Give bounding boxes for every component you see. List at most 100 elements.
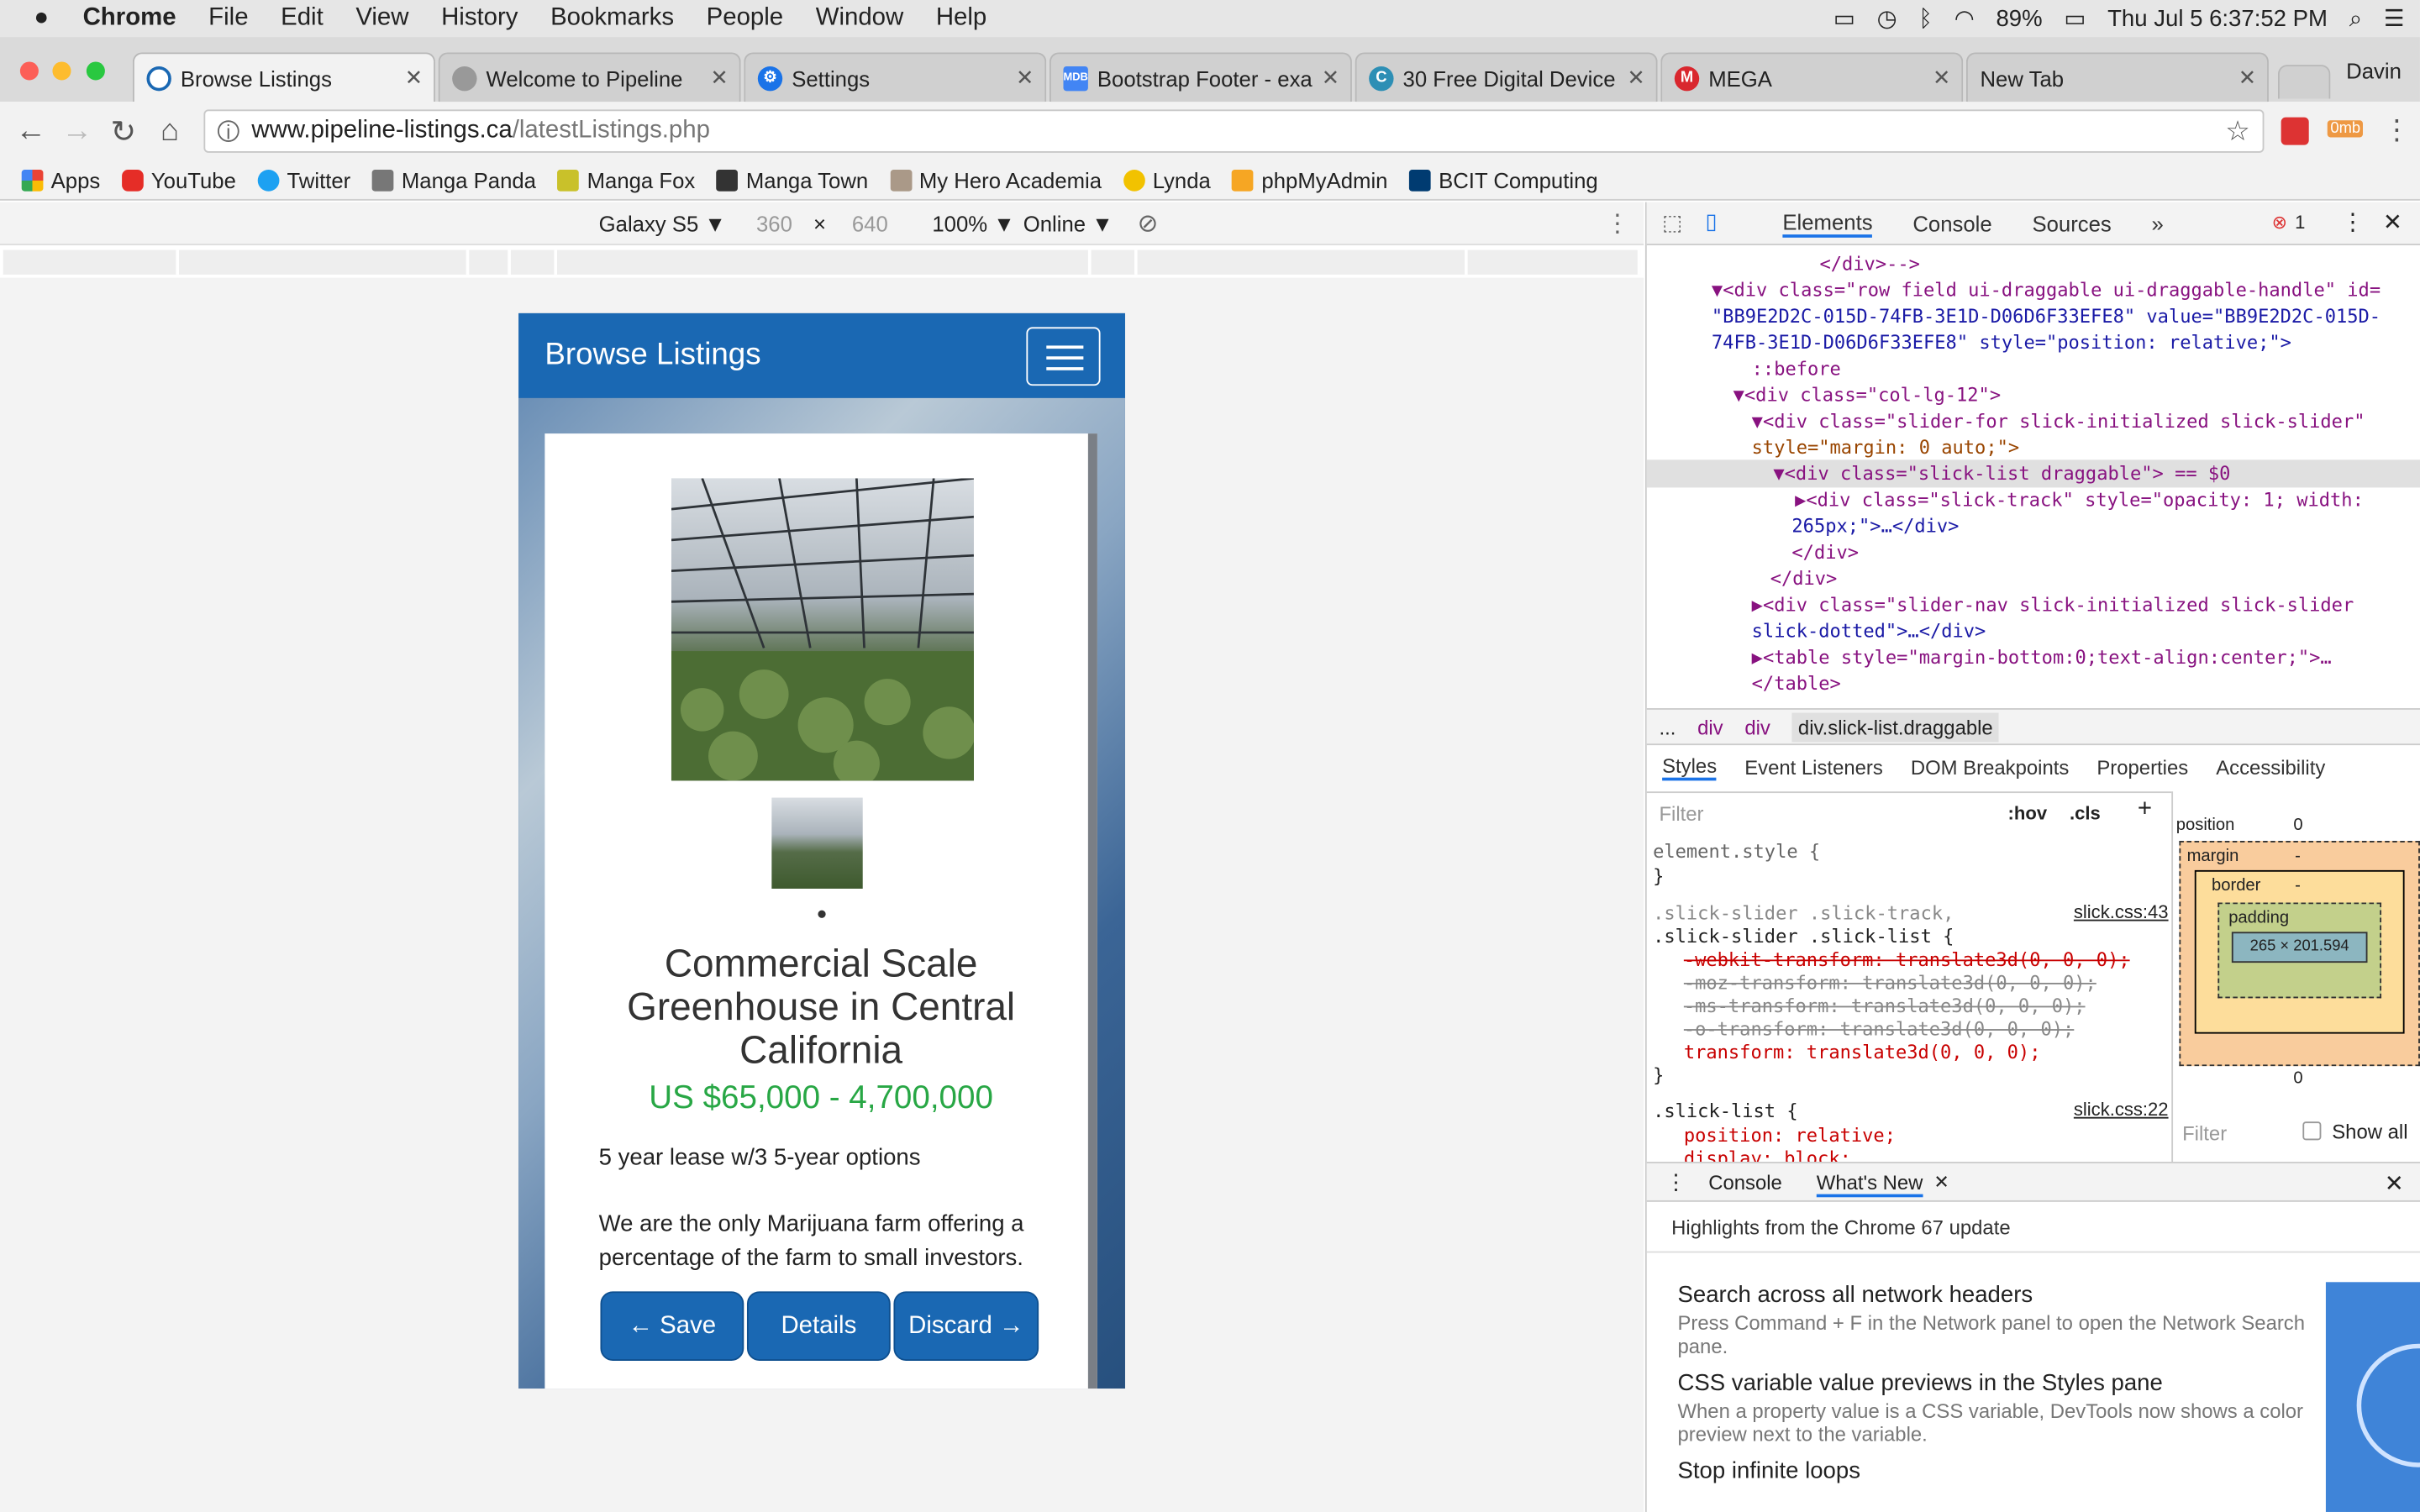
back-icon[interactable]: ← <box>8 113 54 149</box>
tab-elements[interactable]: Elements <box>1782 210 1873 238</box>
tab-bootstrap-footer[interactable]: MDB Bootstrap Footer - exa ✕ <box>1049 52 1352 102</box>
bookmark-manga-fox[interactable]: Manga Fox <box>557 167 695 192</box>
tab-close-icon[interactable]: ✕ <box>1322 65 1340 91</box>
tab-settings[interactable]: ⚙ Settings ✕ <box>744 52 1047 102</box>
style-line[interactable]: -ms-transform: translate3d(0, 0, 0); <box>1684 994 2086 1020</box>
dom-line[interactable]: ▼<div class="row field ui-draggable ui-d… <box>1712 278 2381 304</box>
dom-line[interactable]: ▶<table style="margin-bottom:0;text-alig… <box>1752 645 2332 671</box>
address-bar[interactable]: i www.pipeline-listings.ca/latestListing… <box>203 109 2265 153</box>
subtab-properties[interactable]: Properties <box>2096 756 2188 780</box>
bookmark-youtube[interactable]: YouTube <box>121 167 236 192</box>
bookmark-twitter[interactable]: Twitter <box>257 167 350 192</box>
rotate-icon[interactable]: ⊘ <box>1138 208 1159 239</box>
subtab-dom-breakpoints[interactable]: DOM Breakpoints <box>1911 756 2069 780</box>
wifi-icon[interactable]: ◠ <box>1954 5 1975 32</box>
forward-icon[interactable]: → <box>54 113 100 149</box>
bookmark-apps[interactable]: Apps <box>21 167 100 192</box>
menu-history[interactable]: History <box>441 5 518 33</box>
dom-line[interactable]: 265px;">…</div> <box>1791 514 1959 540</box>
tab-console[interactable]: Console <box>1912 212 1991 236</box>
media-query-segment[interactable] <box>510 249 558 275</box>
menu-people[interactable]: People <box>707 5 784 33</box>
dom-line[interactable]: ::before <box>1752 356 1841 382</box>
media-query-segment[interactable] <box>557 249 1092 275</box>
breadcrumb-selected[interactable]: div.slick-list.draggable <box>1791 711 2000 742</box>
show-all-checkbox[interactable] <box>2302 1121 2322 1141</box>
bookmark-manga-panda[interactable]: Manga Panda <box>371 167 536 192</box>
greenhouse-thumbnail[interactable] <box>771 797 863 889</box>
style-line[interactable]: -moz-transform: translate3d(0, 0, 0); <box>1684 970 2096 996</box>
news-title[interactable]: Stop infinite loops <box>1677 1458 2310 1484</box>
dom-line[interactable]: slick-dotted">…</div> <box>1752 619 1986 645</box>
new-style-rule-icon[interactable]: + <box>2138 796 2152 824</box>
tab-close-icon[interactable]: ✕ <box>1016 65 1034 91</box>
error-count[interactable]: 1 <box>2295 212 2305 234</box>
airplay-icon[interactable]: ▭ <box>1833 5 1855 32</box>
tab-close-icon[interactable]: ✕ <box>2238 65 2257 91</box>
styles-filter-input[interactable]: Filter <box>1659 802 1703 826</box>
news-title[interactable]: CSS variable value previews in the Style… <box>1677 1370 2310 1396</box>
greenhouse-photo[interactable] <box>671 478 974 781</box>
drawer-tab-whats-new[interactable]: What's New <box>1816 1171 1923 1198</box>
dom-line-selected[interactable]: ▼<div class="slick-list draggable"> == $… <box>1773 461 2230 487</box>
device-toggle-icon[interactable]: ▯ <box>1706 208 1718 234</box>
zoom-select[interactable]: 100% ▼ <box>932 212 1014 236</box>
tab-new-tab[interactable]: New Tab ✕ <box>1965 52 2269 102</box>
devtools-close-icon[interactable]: ✕ <box>2383 208 2402 236</box>
device-toolbar-menu-icon[interactable]: ⋮ <box>1605 208 1629 239</box>
tab-sources[interactable]: Sources <box>2032 212 2111 236</box>
tab-close-icon[interactable]: ✕ <box>710 65 729 91</box>
chrome-menu-icon[interactable]: ⋮ <box>2383 114 2411 147</box>
time-machine-icon[interactable]: ◷ <box>1877 5 1897 32</box>
hamburger-menu-icon[interactable] <box>1026 327 1101 386</box>
hov-toggle[interactable]: :hov <box>2008 802 2048 824</box>
menu-view[interactable]: View <box>355 5 408 33</box>
menu-edit[interactable]: Edit <box>281 5 324 33</box>
drawer-close-icon[interactable]: ✕ <box>2385 1169 2404 1197</box>
drawer-menu-icon[interactable]: ⋮ <box>1665 1169 1687 1195</box>
source-link[interactable]: slick.css:22 <box>2074 1099 2169 1121</box>
drawer-tab-close-icon[interactable]: ✕ <box>1933 1171 1949 1193</box>
bookmark-star-icon[interactable]: ☆ <box>2225 115 2250 148</box>
dom-line[interactable]: </div>--> <box>1819 251 1919 277</box>
dom-line[interactable]: style="margin: 0 auto;"> <box>1752 435 2019 461</box>
subtab-event-listeners[interactable]: Event Listeners <box>1744 756 1883 780</box>
slider-dot[interactable] <box>818 910 826 918</box>
battery-percent[interactable]: 89% <box>1996 5 2042 31</box>
news-title[interactable]: Search across all network headers <box>1677 1282 2310 1308</box>
menu-window[interactable]: Window <box>816 5 904 33</box>
menu-bookmarks[interactable]: Bookmarks <box>550 5 674 33</box>
computed-filter-input[interactable]: Filter <box>2182 1121 2227 1145</box>
extension-badge[interactable]: 0mb <box>2327 120 2364 138</box>
breadcrumb-ellipsis[interactable]: ... <box>1659 715 1676 738</box>
media-query-segment[interactable] <box>3 249 180 275</box>
details-button[interactable]: Details <box>746 1291 891 1361</box>
device-width-input[interactable]: 360 <box>756 212 792 236</box>
device-height-input[interactable]: 640 <box>852 212 888 236</box>
window-close-icon[interactable] <box>19 61 39 81</box>
discard-button[interactable]: Discard → <box>893 1291 1039 1361</box>
style-line[interactable]: transform: translate3d(0, 0, 0); <box>1684 1040 2041 1066</box>
box-padding[interactable]: padding 265 × 201.594 <box>2217 902 2382 999</box>
dom-line[interactable]: "BB9E2D2C-015D-74FB-3E1D-D06D6F33EFE8" v… <box>1712 304 2381 330</box>
box-border[interactable]: border - padding 265 × 201.594 <box>2194 869 2405 1034</box>
profile-name[interactable]: Davin <box>2346 59 2402 83</box>
media-query-segment[interactable] <box>1467 249 1641 275</box>
reload-icon[interactable]: ↻ <box>100 112 146 150</box>
menubar-clock[interactable]: Thu Jul 5 6:37:52 PM <box>2107 5 2328 31</box>
dom-line[interactable]: ▼<div class="slider-for slick-initialize… <box>1752 409 2365 435</box>
menu-app-name[interactable]: Chrome <box>83 5 176 33</box>
box-content-size[interactable]: 265 × 201.594 <box>2231 932 2368 963</box>
dom-line[interactable]: </div> <box>1770 566 1838 592</box>
bookmark-bcit[interactable]: BCIT Computing <box>1409 167 1598 192</box>
bookmark-my-hero-academia[interactable]: My Hero Academia <box>889 167 1102 192</box>
save-button[interactable]: ← Save <box>600 1291 744 1361</box>
tab-digital-devices[interactable]: C 30 Free Digital Device ✕ <box>1355 52 1658 102</box>
tab-close-icon[interactable]: ✕ <box>1933 65 1951 91</box>
home-icon[interactable]: ⌂ <box>146 113 192 149</box>
devtools-menu-icon[interactable]: ⋮ <box>2341 208 2365 236</box>
tab-welcome-pipeline[interactable]: Welcome to Pipeline ✕ <box>438 52 741 102</box>
dom-line[interactable]: ▼<div class="col-lg-12"> <box>1733 383 2001 409</box>
error-icon[interactable]: ⊗ <box>2272 212 2287 234</box>
tab-browse-listings[interactable]: Browse Listings ✕ <box>132 52 435 102</box>
